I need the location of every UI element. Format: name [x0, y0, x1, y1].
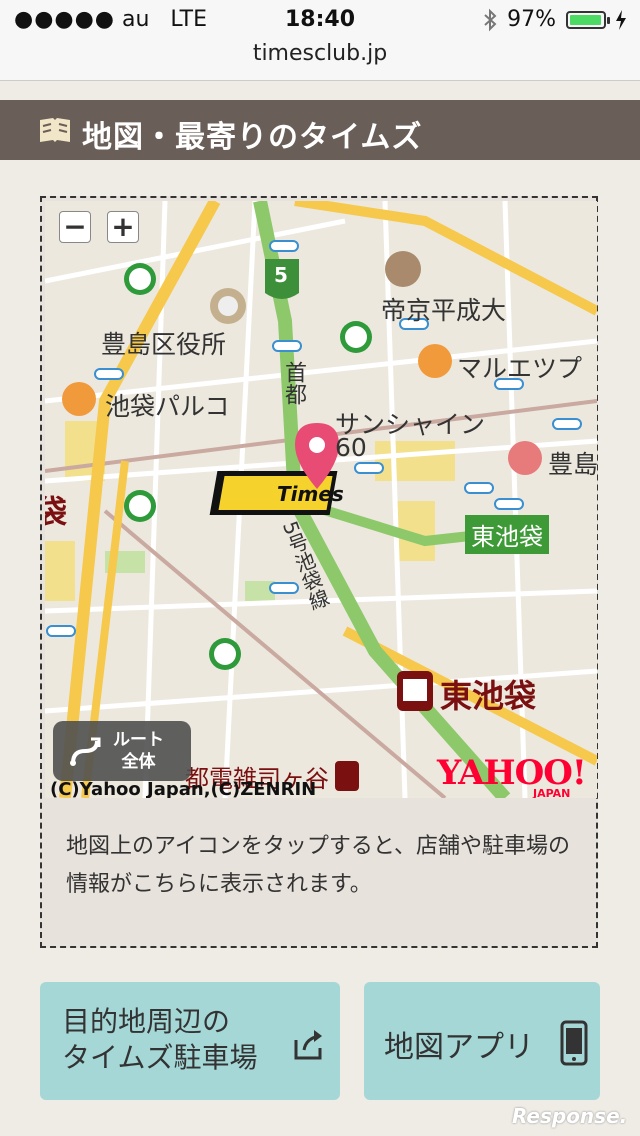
page-title: 地図・最寄りのタイムズ: [82, 120, 423, 155]
section-header: 地図・最寄りのタイムズ: [0, 100, 640, 160]
destination-label-line2: タイムズ駐車場: [62, 1041, 258, 1074]
share-icon: [294, 1030, 322, 1060]
status-right: 97%: [483, 7, 626, 32]
map-label-sunshine-60: 60: [335, 433, 367, 462]
battery-percent: 97%: [507, 7, 556, 32]
map-label-shuto: 首都: [281, 361, 306, 405]
route-5-label: 5: [274, 263, 288, 287]
svg-text:Times: Times: [277, 482, 344, 506]
map-label-maruetsu: マルエツプ: [457, 354, 583, 383]
map-app-button[interactable]: 地図アプリ: [364, 982, 600, 1100]
smartphone-icon: [560, 1020, 588, 1066]
destination-button-label: 目的地周辺の タイムズ駐車場: [62, 1004, 257, 1076]
map-book-icon: [40, 118, 70, 142]
map-label-toshima-right: 豊島: [548, 450, 597, 479]
map-label-toshima-office: 豊島区役所: [101, 330, 227, 359]
route-overview-button[interactable]: ルート 全体: [53, 721, 191, 781]
battery-icon: [566, 10, 610, 29]
destination-label-line1: 目的地周辺の: [62, 1005, 231, 1038]
route-icon: [70, 737, 101, 766]
zoom-out-button[interactable]: −: [59, 211, 91, 243]
map-app-button-label: 地図アプリ: [384, 1030, 534, 1065]
yahoo-logo-sub: JAPAN: [533, 787, 571, 798]
zoom-in-button[interactable]: +: [107, 211, 139, 243]
route-label-bottom: 全体: [121, 752, 156, 772]
map-label-teikyo: 帝京平成大: [381, 296, 507, 325]
response-watermark: Response.: [512, 1104, 628, 1128]
charging-icon: [616, 9, 626, 30]
bluetooth-icon: [484, 8, 497, 31]
map-info-text: 地図上のアイコンをタップすると、店舗や駐車場の情報がこちらに表示されます。: [66, 834, 571, 897]
map-copyright: (C)Yahoo Japan,(C)ZENRIN: [50, 779, 317, 798]
route-button-label: ルート 全体: [113, 729, 164, 773]
map-label-higashi-ikebukuro-green: 東池袋: [465, 515, 549, 554]
map-panel: Times 帝京平成大 豊島区役所 マルエツプ 池袋パルコ サンシャイン 60 …: [40, 196, 598, 948]
destination-parking-button[interactable]: 目的地周辺の タイムズ駐車場: [40, 982, 340, 1100]
map-label-parco: 池袋パルコ: [105, 392, 230, 421]
map-view[interactable]: Times 帝京平成大 豊島区役所 マルエツプ 池袋パルコ サンシャイン 60 …: [45, 201, 597, 798]
route-label-top: ルート: [113, 730, 164, 750]
battery-fill: [570, 14, 601, 25]
address-bar[interactable]: timesclub.jp: [0, 40, 640, 81]
status-bar: ●●●●● au LTE 18:40 97%: [0, 0, 640, 40]
map-label-higashi-ikebukuro-station: 東池袋: [440, 677, 537, 715]
map-label-ikebukuro-left: 袋: [45, 493, 68, 531]
